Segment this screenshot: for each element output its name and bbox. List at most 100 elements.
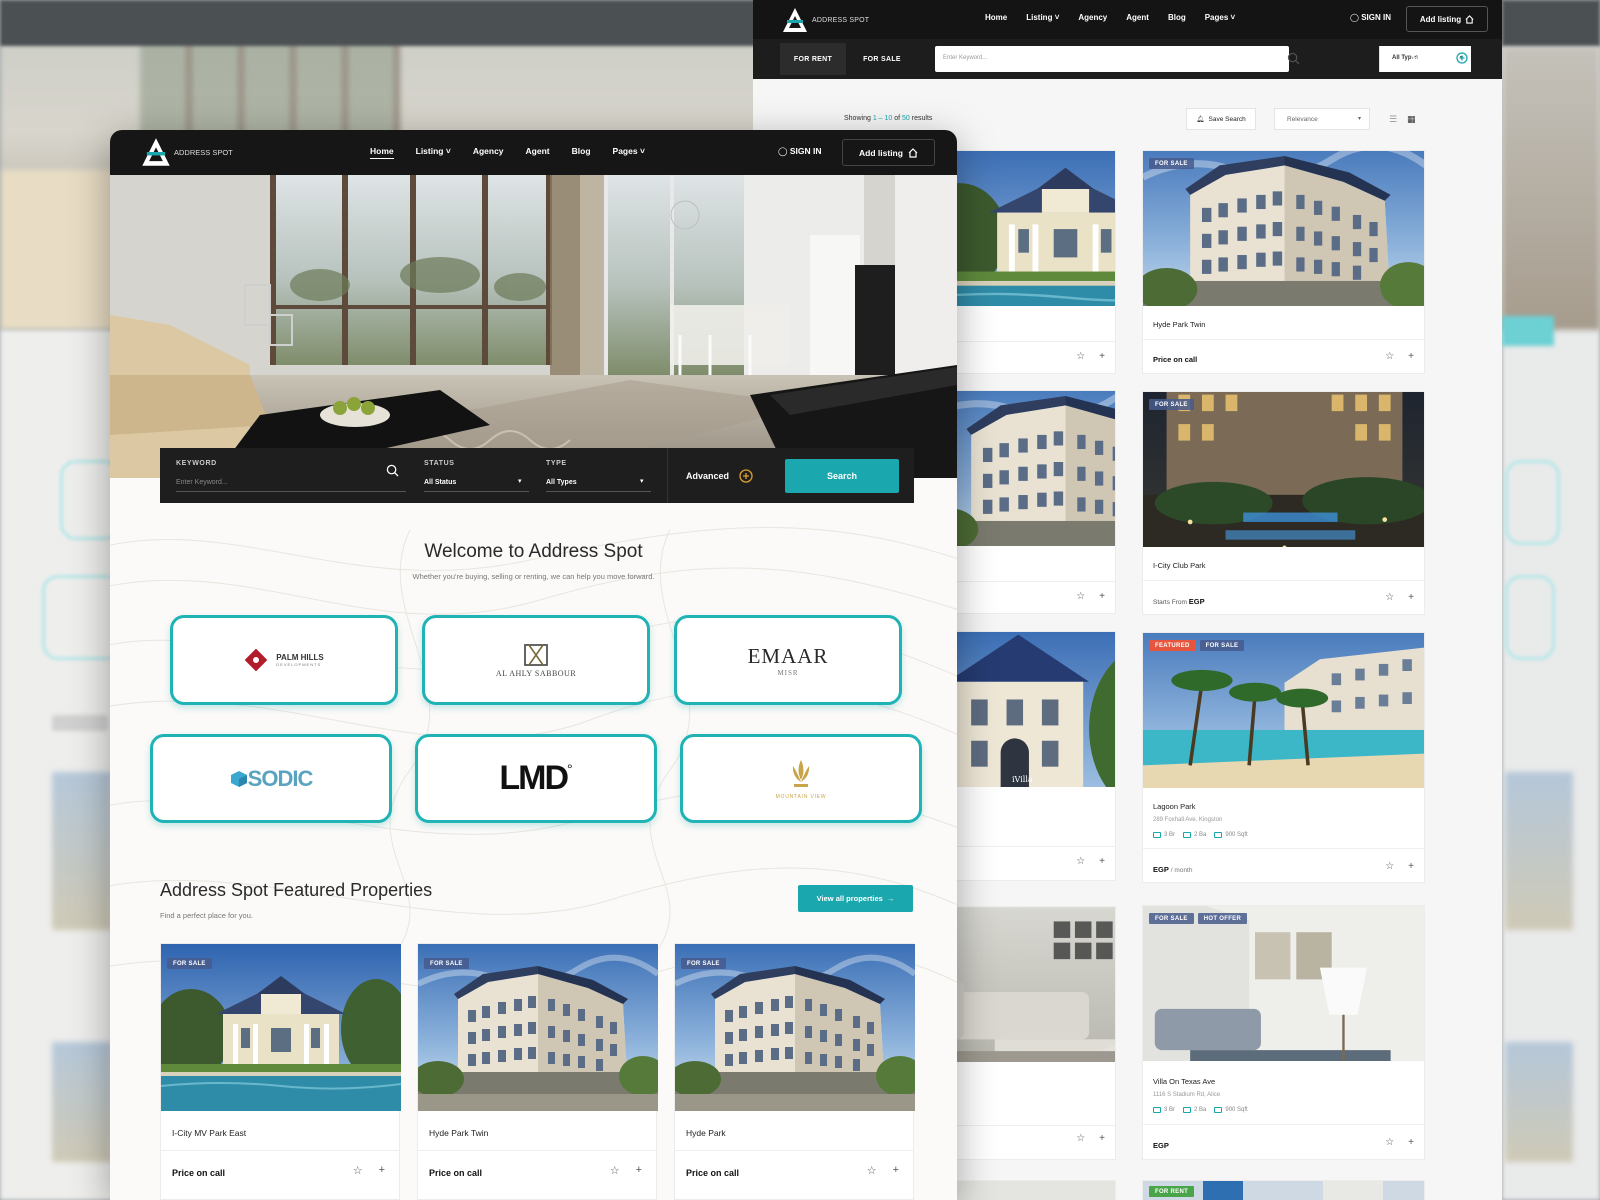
search-icon[interactable] [1287, 52, 1300, 65]
area-value: 900 Sqft [1225, 832, 1248, 838]
add-compare-icon[interactable]: + [636, 1164, 642, 1177]
property-title[interactable]: I-City Club Park [1153, 561, 1206, 570]
area-icon [1214, 1107, 1223, 1113]
nav-listing[interactable]: Listing ˅ [1026, 13, 1059, 22]
nav-blog[interactable]: Blog [572, 146, 591, 159]
user-circle-icon: ◯ [778, 146, 788, 156]
nav-agent[interactable]: Agent [526, 146, 550, 159]
search-button[interactable]: Search [785, 459, 899, 493]
brand-card-sodic[interactable]: SODIC [150, 734, 392, 823]
property-price: EGP / month [1153, 865, 1192, 874]
star-icon[interactable]: ☆ [1076, 856, 1085, 867]
sign-in-link[interactable]: ◯ SIGN IN [778, 146, 822, 157]
address-spot-logo-icon [783, 8, 807, 32]
chevron-down-icon: ˅ [639, 146, 645, 156]
card-badges: FOR SALE [1149, 158, 1194, 169]
nav-agency[interactable]: Agency [473, 146, 504, 159]
property-card[interactable]: FOR RENT [1142, 1180, 1425, 1200]
add-compare-icon[interactable]: + [1099, 856, 1105, 867]
search-icon[interactable] [386, 464, 399, 477]
add-compare-icon[interactable]: + [1099, 1133, 1105, 1144]
bed-icon [1153, 1107, 1161, 1113]
advanced-label: Advanced [686, 471, 730, 481]
star-icon[interactable]: ☆ [610, 1164, 620, 1177]
keyword-input[interactable]: Enter Keyword... [935, 46, 1300, 72]
property-title[interactable]: Hyde Park Twin [429, 1128, 488, 1138]
brand-card-emaar[interactable]: EMAAR MISR [674, 615, 902, 705]
add-compare-icon[interactable]: + [1099, 591, 1105, 602]
featured-property-card[interactable]: FOR SALE Hyde Park Price on call ☆ + [674, 943, 914, 1200]
sign-in-link[interactable]: ◯ SIGN IN [1350, 13, 1391, 22]
property-card[interactable]: FOR SALE Hyde Park Twin Price on call ☆ + [1142, 150, 1425, 374]
star-icon[interactable]: ☆ [1385, 351, 1394, 362]
listing-navbar: ADDRESS SPOT Home Listing ˅ Agency Agent… [753, 0, 1502, 39]
add-compare-icon[interactable]: + [1408, 592, 1414, 603]
star-icon[interactable]: ☆ [1385, 1137, 1394, 1148]
listing-search-bar: FOR RENT FOR SALE Enter Keyword... All T… [753, 39, 1502, 79]
nav-pages[interactable]: Pages ˅ [613, 146, 645, 159]
type-select[interactable]: All Types [546, 479, 577, 486]
advanced-search-toggle[interactable]: Advanced [1410, 52, 1468, 64]
nav-listing-label: Listing [415, 146, 444, 156]
add-compare-icon[interactable]: + [893, 1164, 899, 1177]
list-view-icon[interactable]: ☰ [1389, 114, 1397, 125]
featured-badge: FEATURED [1149, 640, 1196, 651]
featured-property-card[interactable]: FOR SALE Hyde Park Twin Price on call ☆ + [417, 943, 657, 1200]
nav-pages[interactable]: Pages ˅ [1205, 13, 1235, 22]
nav-home[interactable]: Home [370, 146, 394, 159]
add-compare-icon[interactable]: + [1408, 1137, 1414, 1148]
property-features: 3 Br 2 Ba 900 Sqft [1153, 1107, 1248, 1113]
advanced-search-toggle[interactable]: Advanced [686, 469, 753, 483]
save-search-button[interactable]: 🔔︎ Save Search [1186, 108, 1256, 130]
baths-feature: 2 Ba [1183, 1107, 1206, 1113]
nav-home[interactable]: Home [985, 13, 1007, 22]
add-listing-button[interactable]: Add listing [842, 139, 935, 166]
card-badges: FOR SALE [167, 952, 212, 970]
brand-card-palm-hills[interactable]: PALM HILLS DEVELOPMENTS [170, 615, 398, 705]
nav-listing[interactable]: Listing ˅ [416, 146, 451, 159]
property-title[interactable]: Hyde Park Twin [1153, 320, 1205, 329]
add-compare-icon[interactable]: + [1099, 351, 1105, 362]
property-title[interactable]: Villa On Texas Ave [1153, 1077, 1215, 1086]
property-card[interactable]: FEATURED FOR SALE Lagoon Park 289 Foxhal… [1142, 632, 1425, 883]
price-prefix: Starts From [1153, 599, 1187, 606]
add-compare-icon[interactable]: + [1408, 351, 1414, 362]
results-toolbar: Showing 1 – 10 of 50 results 🔔︎ Save Sea… [753, 105, 1502, 133]
welcome-title: Welcome to Address Spot [424, 541, 643, 562]
status-select[interactable]: All Status [424, 479, 456, 486]
star-icon[interactable]: ☆ [1385, 592, 1394, 603]
add-compare-icon[interactable]: + [379, 1164, 385, 1177]
view-all-properties-button[interactable]: View all properties → [798, 885, 913, 912]
keyword-input[interactable]: Enter Keyword... [176, 479, 228, 486]
property-title[interactable]: I-City MV Park East [172, 1128, 246, 1138]
brand-card-lmd[interactable]: LMD ° [415, 734, 657, 823]
add-compare-icon[interactable]: + [1408, 861, 1414, 872]
star-icon[interactable]: ☆ [1076, 351, 1085, 362]
sort-select[interactable]: Relevance [1274, 108, 1370, 130]
brand-card-al-ahly-sabbour[interactable]: AL AHLY SABBOUR [422, 615, 650, 705]
card-badges: FOR SALE [424, 952, 469, 970]
property-title[interactable]: Lagoon Park [1153, 802, 1196, 811]
featured-property-card[interactable]: FOR SALE I-City MV Park East Price on ca… [160, 943, 401, 1200]
nav-agency[interactable]: Agency [1078, 13, 1107, 22]
grid-view-icon[interactable]: ▦ [1407, 114, 1416, 125]
star-icon[interactable]: ☆ [1076, 591, 1085, 602]
star-icon[interactable]: ☆ [1076, 1133, 1085, 1144]
tab-for-sale[interactable]: FOR SALE [849, 43, 915, 75]
brand-logo[interactable]: ADDRESS SPOT [140, 136, 233, 168]
status-badge: FOR SALE [681, 958, 726, 969]
brand-card-mountain-view[interactable]: MOUNTAIN VIEW [680, 734, 922, 823]
view-all-label: View all properties [816, 894, 883, 903]
star-icon[interactable]: ☆ [867, 1164, 877, 1177]
star-icon[interactable]: ☆ [1385, 861, 1394, 872]
add-listing-button[interactable]: Add listing [1406, 6, 1488, 32]
nav-blog[interactable]: Blog [1168, 13, 1186, 22]
blurred-card-image [1505, 772, 1573, 930]
star-icon[interactable]: ☆ [353, 1164, 363, 1177]
property-card[interactable]: FOR SALE HOT OFFER Villa On Texas Ave 11… [1142, 905, 1425, 1160]
property-title[interactable]: Hyde Park [686, 1128, 726, 1138]
brand-logo[interactable]: ADDRESS SPOT [781, 6, 869, 34]
tab-for-rent[interactable]: FOR RENT [780, 43, 846, 75]
nav-agent[interactable]: Agent [1126, 13, 1149, 22]
property-card[interactable]: FOR SALE I-City Club Park Starts From EG… [1142, 391, 1425, 615]
